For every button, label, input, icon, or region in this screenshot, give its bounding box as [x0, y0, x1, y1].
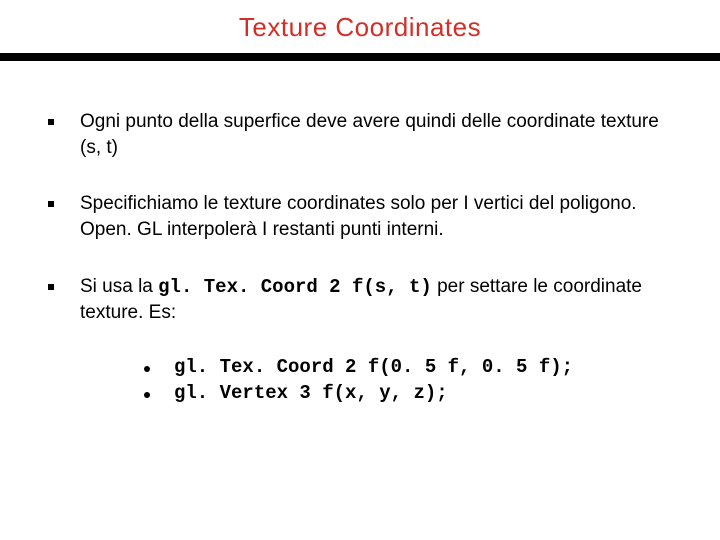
bullet-text: Si usa la gl. Tex. Coord 2 f(s, t) per s… [80, 274, 672, 326]
sub-bullet-item: gl. Tex. Coord 2 f(0. 5 f, 0. 5 f); [144, 356, 672, 378]
slide-title: Texture Coordinates [0, 12, 720, 43]
sub-bullet-text: gl. Tex. Coord 2 f(0. 5 f, 0. 5 f); [174, 356, 573, 378]
sub-bullet-item: gl. Vertex 3 f(x, y, z); [144, 382, 672, 404]
bullet-icon [48, 284, 54, 290]
bullet-pre: Ogni punto della superfice deve avere qu… [80, 111, 659, 158]
sub-bullet-list: gl. Tex. Coord 2 f(0. 5 f, 0. 5 f); gl. … [144, 356, 672, 404]
bullet-icon [48, 119, 54, 125]
sub-bullet-text: gl. Vertex 3 f(x, y, z); [174, 382, 448, 404]
bullet-item: Ogni punto della superfice deve avere qu… [48, 109, 672, 161]
bullet-item: Specifichiamo le texture coordinates sol… [48, 191, 672, 243]
title-underline [0, 53, 720, 61]
bullet-text: Ogni punto della superfice deve avere qu… [80, 109, 672, 161]
bullet-icon [48, 201, 54, 207]
content-area: Ogni punto della superfice deve avere qu… [0, 61, 720, 404]
bullet-code: gl. Tex. Coord 2 f(s, t) [158, 276, 432, 298]
bullet-pre: Si usa la [80, 276, 158, 297]
sub-bullet-icon [144, 366, 150, 372]
bullet-item: Si usa la gl. Tex. Coord 2 f(s, t) per s… [48, 274, 672, 326]
sub-bullet-icon [144, 392, 150, 398]
bullet-pre: Specifichiamo le texture coordinates sol… [80, 193, 637, 240]
bullet-text: Specifichiamo le texture coordinates sol… [80, 191, 672, 243]
title-area: Texture Coordinates [0, 0, 720, 53]
